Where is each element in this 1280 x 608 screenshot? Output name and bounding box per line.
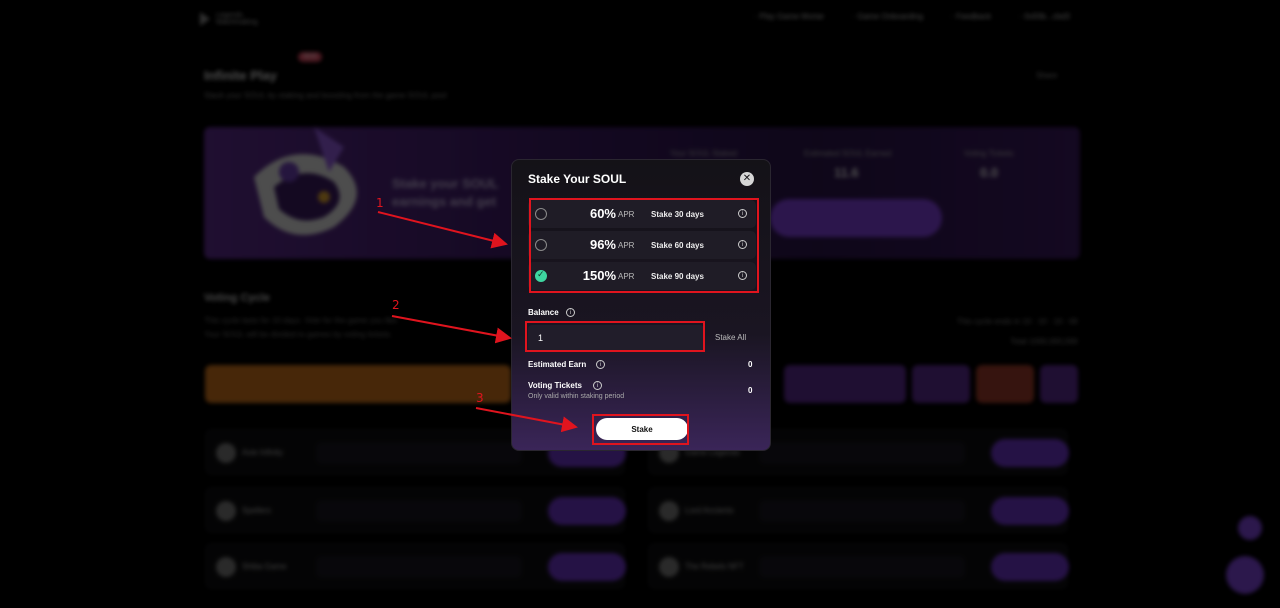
- stake-all-button[interactable]: Stake All: [715, 333, 746, 342]
- info-icon[interactable]: i: [593, 381, 602, 390]
- annotation-box-options: [529, 198, 759, 293]
- voting-tickets-label: Voting Tickets: [528, 381, 582, 390]
- voting-tickets-value: 0: [748, 386, 753, 395]
- estimated-earn-value: 0: [748, 360, 753, 369]
- close-icon[interactable]: ✕: [740, 172, 754, 186]
- annotation-number: 1: [376, 196, 384, 210]
- info-icon[interactable]: i: [596, 360, 605, 369]
- balance-label: Balance: [528, 308, 559, 317]
- estimated-earn-label: Estimated Earn: [528, 360, 587, 369]
- voting-tickets-note: Only valid within staking period: [528, 393, 625, 400]
- annotation-box-stake: [592, 414, 689, 445]
- annotation-number: 2: [392, 298, 400, 312]
- annotation-number: 3: [476, 391, 484, 405]
- annotation-box-balance: [525, 321, 705, 352]
- info-icon[interactable]: i: [566, 308, 575, 317]
- modal-title: Stake Your SOUL: [528, 172, 627, 186]
